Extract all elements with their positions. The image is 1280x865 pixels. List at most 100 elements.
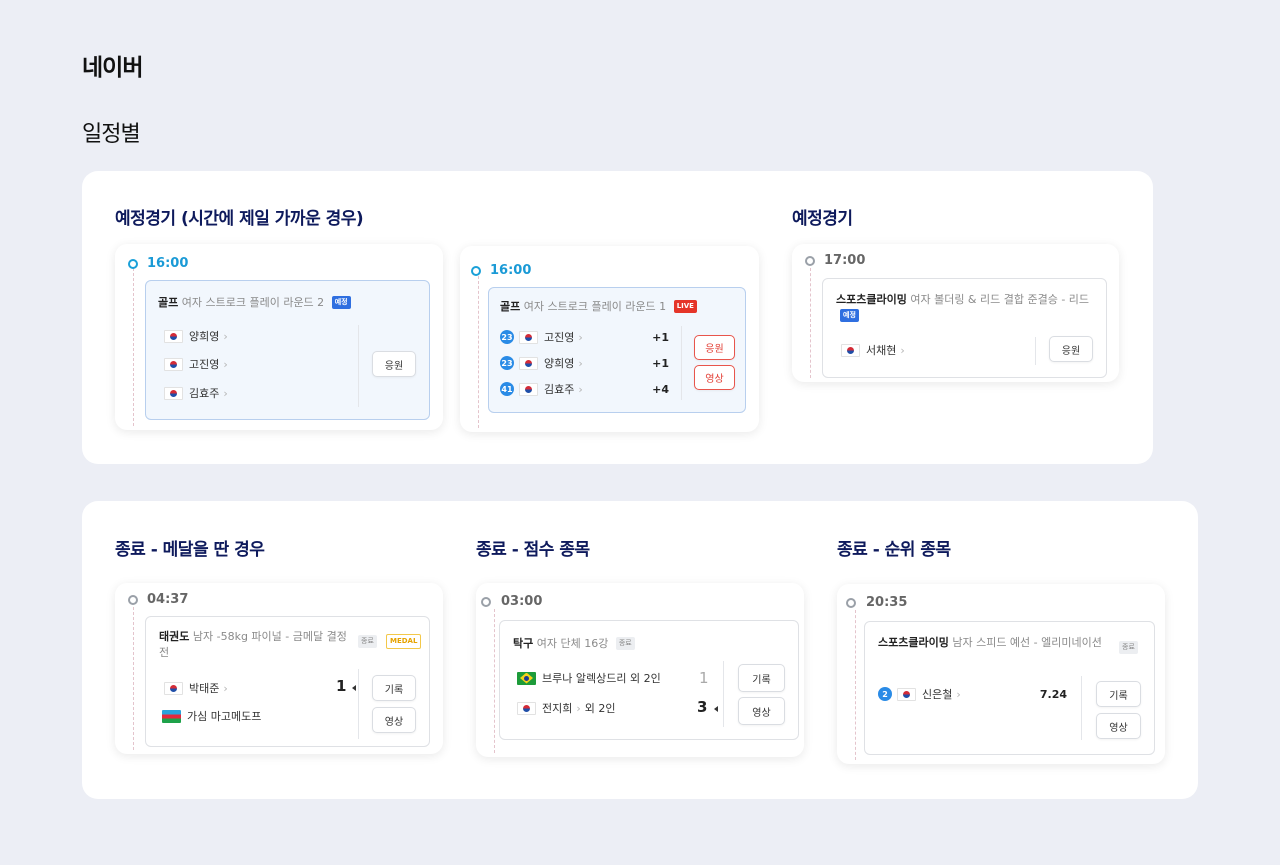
player-score: 7.24: [1039, 688, 1067, 701]
player-row[interactable]: 서채현 ›: [841, 342, 905, 358]
player-name: 서채현: [866, 344, 897, 357]
match-detail-box[interactable]: 골프 여자 스트로크 플레이 라운드 1 LIVE 23 고진영 › +1 23…: [488, 287, 746, 413]
section-title-upcoming-nearest: 예정경기 (시간에 제일 가까운 경우): [115, 209, 364, 229]
page-subtitle: 일정별: [82, 122, 141, 147]
status-badge: 예정: [331, 296, 351, 309]
korea-flag-icon: [519, 382, 538, 396]
match-detail-box[interactable]: 스포츠클라이밍 여자 볼더링 & 리드 결합 준결승 - 리드 예정 서채현 ›…: [822, 278, 1107, 378]
korea-flag-icon: [841, 343, 860, 357]
record-button[interactable]: 기록: [372, 675, 416, 701]
korea-flag-icon: [517, 701, 536, 715]
player-row[interactable]: 박태준 ›: [164, 680, 228, 696]
match-title: 탁구 여자 단체 16강 종료: [513, 636, 635, 652]
chevron-right-icon: ›: [578, 330, 583, 344]
brand-title: 네이버: [82, 55, 143, 81]
player-row[interactable]: 23 양희영 ›: [500, 355, 583, 371]
badge-group: 종료: [1119, 636, 1138, 655]
player-score: +1: [652, 357, 669, 370]
azerbaijan-flag-icon: [162, 709, 181, 723]
player-row[interactable]: 양희영 ›: [164, 328, 228, 344]
match-time: 04:37: [147, 592, 189, 607]
badge-group: 종료 MEDAL: [358, 630, 422, 649]
player-row[interactable]: 고진영 ›: [164, 356, 228, 372]
korea-flag-icon: [164, 386, 183, 400]
video-button[interactable]: 영상: [694, 365, 735, 390]
timeline-dot: [471, 266, 481, 276]
event-name: 여자 스트로크 플레이 라운드 1: [523, 300, 667, 313]
player-score: +4: [652, 383, 669, 396]
player-name: 신은철: [922, 688, 953, 701]
sport-name: 스포츠클라이밍: [836, 293, 907, 306]
record-button[interactable]: 기록: [1096, 681, 1141, 707]
timeline-dot: [846, 598, 856, 608]
match-time: 20:35: [866, 595, 908, 610]
match-time: 16:00: [490, 263, 532, 278]
ended-badge: 종료: [358, 635, 377, 648]
player-row[interactable]: 가심 마고메도프: [162, 708, 261, 724]
korea-flag-icon: [519, 330, 538, 344]
korea-flag-icon: [164, 681, 183, 695]
match-title: 태권도 남자 -58kg 파이널 - 금메달 결정전: [159, 629, 354, 661]
timeline-dot: [805, 256, 815, 266]
chevron-right-icon: ›: [900, 343, 905, 357]
record-button[interactable]: 기록: [738, 664, 785, 692]
team-row[interactable]: 브루나 알렉상드리 외 2인: [517, 670, 661, 686]
event-name: 여자 스트로크 플레이 라운드 2: [181, 296, 325, 309]
match-card-climbing-speed: 20:35 스포츠클라이밍 남자 스피드 예선 - 엘리미네이션 종료 2 신은…: [837, 584, 1165, 764]
match-card-table-tennis: 03:00 탁구 여자 단체 16강 종료 브루나 알렉상드리 외 2인 1 전…: [476, 583, 804, 757]
brazil-flag-icon: [517, 671, 536, 685]
player-score: 1: [336, 677, 347, 695]
status-badge: 예정: [840, 309, 859, 322]
ended-badge: 종료: [1119, 641, 1138, 654]
player-row[interactable]: 2 신은철 ›: [878, 686, 961, 702]
match-card-golf-r2: 16:00 골프 여자 스트로크 플레이 라운드 2 예정 양희영 › 고진영 …: [115, 244, 443, 430]
team-suffix: 외 2인: [584, 702, 616, 715]
korea-flag-icon: [897, 687, 916, 701]
match-card-golf-r1: 16:00 골프 여자 스트로크 플레이 라운드 1 LIVE 23 고진영 ›…: [460, 246, 759, 432]
event-name: 여자 볼더링 & 리드 결합 준결승 - 리드: [910, 293, 1090, 306]
match-card-taekwondo: 04:37 태권도 남자 -58kg 파이널 - 금메달 결정전 종료 MEDA…: [115, 583, 443, 754]
match-title: 스포츠클라이밍 여자 볼더링 & 리드 결합 준결승 - 리드 예정: [836, 292, 1098, 324]
sport-name: 태권도: [159, 630, 190, 643]
sport-name: 골프: [158, 296, 179, 309]
video-button[interactable]: 영상: [738, 697, 785, 725]
section-title-ended-medal: 종료 - 메달을 딴 경우: [115, 540, 265, 560]
player-score: +1: [652, 331, 669, 344]
medal-badge: MEDAL: [385, 634, 422, 649]
chevron-right-icon: ›: [223, 357, 228, 371]
player-name: 양희영: [544, 357, 575, 370]
rank-badge: 2: [878, 687, 892, 701]
player-row[interactable]: 23 고진영 ›: [500, 329, 583, 345]
chevron-right-icon: ›: [578, 382, 583, 396]
chevron-right-icon: ›: [223, 329, 228, 343]
sport-name: 골프: [500, 300, 521, 313]
match-detail-box[interactable]: 태권도 남자 -58kg 파이널 - 금메달 결정전 종료 MEDAL 박태준 …: [145, 616, 430, 747]
rank-badge: 41: [500, 382, 514, 396]
match-detail-box[interactable]: 탁구 여자 단체 16강 종료 브루나 알렉상드리 외 2인 1 전지희 › 외…: [499, 620, 799, 740]
match-detail-box[interactable]: 골프 여자 스트로크 플레이 라운드 2 예정 양희영 › 고진영 › 김효주 …: [145, 280, 430, 420]
section-title-upcoming: 예정경기: [792, 209, 853, 229]
live-badge: LIVE: [673, 300, 697, 313]
team-score: 3: [697, 698, 708, 716]
match-title: 스포츠클라이밍 남자 스피드 예선 - 엘리미네이션: [878, 635, 1108, 651]
match-detail-box[interactable]: 스포츠클라이밍 남자 스피드 예선 - 엘리미네이션 종료 2 신은철 › 7.…: [864, 621, 1155, 755]
cheer-button[interactable]: 응원: [1049, 336, 1093, 362]
match-time: 17:00: [824, 253, 866, 268]
timeline-dot: [128, 259, 138, 269]
timeline-dot: [128, 595, 138, 605]
chevron-right-icon: ›: [223, 681, 228, 695]
player-name: 김효주: [544, 383, 575, 396]
player-name: 고진영: [189, 358, 220, 371]
cheer-button[interactable]: 응원: [372, 351, 416, 377]
player-row[interactable]: 41 김효주 ›: [500, 381, 583, 397]
player-row[interactable]: 김효주 ›: [164, 385, 228, 401]
timeline-dot: [481, 597, 491, 607]
chevron-right-icon: ›: [956, 687, 961, 701]
sport-name: 탁구: [513, 637, 534, 650]
team-row[interactable]: 전지희 › 외 2인: [517, 700, 616, 716]
team-name: 브루나 알렉상드리 외 2인: [542, 672, 661, 685]
cheer-button[interactable]: 응원: [694, 335, 735, 360]
player-name: 고진영: [544, 331, 575, 344]
video-button[interactable]: 영상: [1096, 713, 1141, 739]
video-button[interactable]: 영상: [372, 707, 416, 733]
